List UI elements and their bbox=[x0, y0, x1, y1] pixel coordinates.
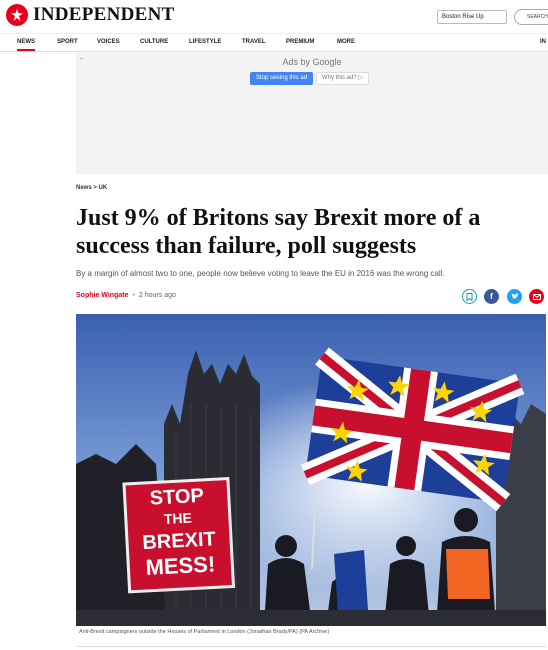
nav-item-premium[interactable]: PREMIUM bbox=[286, 34, 314, 51]
email-icon[interactable] bbox=[529, 289, 544, 304]
nav-item-voices[interactable]: VOICES bbox=[97, 34, 120, 51]
nav-item-sport[interactable]: SPORT bbox=[57, 34, 78, 51]
nav-item-more[interactable]: MORE bbox=[337, 34, 355, 51]
nav-item-news[interactable]: NEWS bbox=[17, 34, 35, 51]
twitter-icon[interactable] bbox=[507, 289, 522, 304]
placard-text-line2: THE bbox=[163, 510, 192, 527]
article-standfirst: By a margin of almost two to one, people… bbox=[76, 269, 445, 278]
photo-caption: Anti-Brexit campaigners outside the Hous… bbox=[79, 629, 330, 635]
stop-seeing-ad-button[interactable]: Stop seeing this ad bbox=[250, 72, 314, 85]
nav-item-culture[interactable]: CULTURE bbox=[140, 34, 168, 51]
site-logo[interactable]: INDEPENDENT bbox=[6, 4, 175, 26]
byline: Sophie Wingate • 2 hours ago bbox=[76, 292, 176, 299]
ad-title: Ads by Google bbox=[282, 57, 342, 67]
ad-panel: ← Ads by Google Stop seeing this ad Why … bbox=[76, 52, 548, 174]
site-header: INDEPENDENT Boston Rise Up SEARCH bbox=[0, 0, 548, 34]
facebook-icon[interactable]: f bbox=[484, 289, 499, 304]
article-headline: Just 9% of Britons say Brexit more of a … bbox=[76, 205, 481, 259]
publish-time: 2 hours ago bbox=[138, 292, 176, 299]
divider bbox=[76, 646, 546, 647]
why-this-ad-button[interactable]: Why this ad? ▷ bbox=[316, 72, 369, 85]
placard-text-line3: BREXIT bbox=[142, 528, 216, 554]
article-photo: STOP THE BREXIT MESS! bbox=[76, 314, 546, 626]
breadcrumb[interactable]: News > UK bbox=[76, 185, 107, 191]
search-button[interactable]: SEARCH bbox=[514, 9, 548, 25]
logo-wordmark: INDEPENDENT bbox=[33, 4, 175, 25]
bookmark-icon[interactable] bbox=[462, 289, 477, 304]
eagle-icon bbox=[6, 4, 28, 26]
nav-item-edition[interactable]: IN bbox=[540, 34, 546, 51]
author-link[interactable]: Sophie Wingate bbox=[76, 292, 128, 299]
placard-text-line4: MESS! bbox=[145, 551, 216, 580]
main-nav: NEWS SPORT VOICES CULTURE LIFESTYLE TRAV… bbox=[0, 34, 548, 52]
nav-item-lifestyle[interactable]: LIFESTYLE bbox=[189, 34, 221, 51]
promo-button[interactable]: Boston Rise Up bbox=[437, 10, 507, 24]
placard-text-line1: STOP bbox=[149, 485, 204, 510]
byline-separator: • bbox=[132, 292, 135, 299]
nav-item-travel[interactable]: TRAVEL bbox=[242, 34, 266, 51]
